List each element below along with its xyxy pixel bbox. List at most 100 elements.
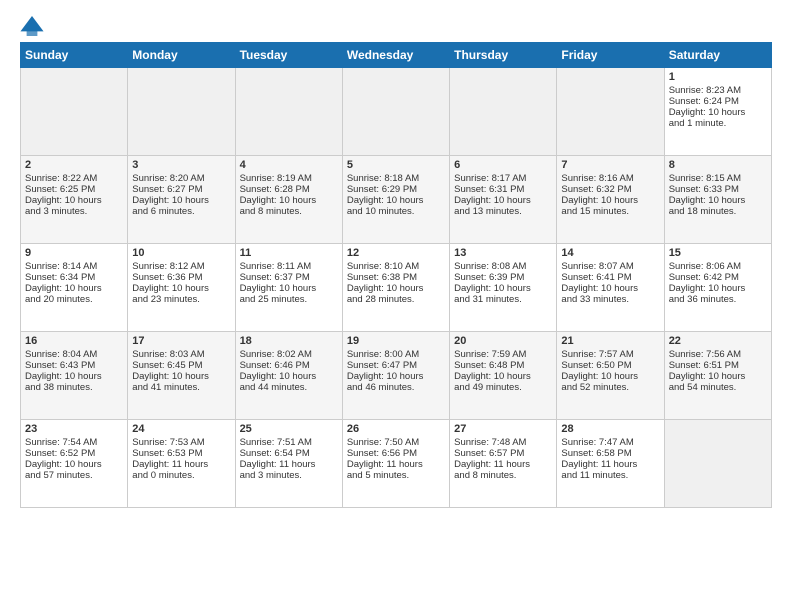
day-number: 28 <box>561 423 659 435</box>
day-number: 11 <box>240 247 338 259</box>
day-info: Daylight: 11 hours <box>454 459 552 470</box>
day-cell: 7Sunrise: 8:16 AMSunset: 6:32 PMDaylight… <box>557 156 664 244</box>
day-info: Daylight: 10 hours <box>347 195 445 206</box>
day-info: Sunrise: 8:20 AM <box>132 173 230 184</box>
day-info: Sunset: 6:53 PM <box>132 448 230 459</box>
day-number: 15 <box>669 247 767 259</box>
day-info: and 8 minutes. <box>454 470 552 481</box>
day-info: and 11 minutes. <box>561 470 659 481</box>
day-info: Sunrise: 8:04 AM <box>25 349 123 360</box>
day-cell: 14Sunrise: 8:07 AMSunset: 6:41 PMDayligh… <box>557 244 664 332</box>
week-row-5: 23Sunrise: 7:54 AMSunset: 6:52 PMDayligh… <box>21 420 772 508</box>
day-info: Sunrise: 7:48 AM <box>454 437 552 448</box>
day-cell: 23Sunrise: 7:54 AMSunset: 6:52 PMDayligh… <box>21 420 128 508</box>
day-info: and 10 minutes. <box>347 206 445 217</box>
day-cell <box>450 68 557 156</box>
logo <box>20 16 48 36</box>
day-number: 14 <box>561 247 659 259</box>
day-cell <box>557 68 664 156</box>
day-cell <box>342 68 449 156</box>
day-info: Daylight: 10 hours <box>25 195 123 206</box>
day-info: Sunset: 6:27 PM <box>132 184 230 195</box>
day-info: Sunrise: 7:50 AM <box>347 437 445 448</box>
day-info: Sunrise: 7:53 AM <box>132 437 230 448</box>
col-header-sunday: Sunday <box>21 43 128 68</box>
day-info: Daylight: 10 hours <box>454 195 552 206</box>
col-header-thursday: Thursday <box>450 43 557 68</box>
day-cell: 18Sunrise: 8:02 AMSunset: 6:46 PMDayligh… <box>235 332 342 420</box>
day-info: Sunset: 6:45 PM <box>132 360 230 371</box>
day-info: and 52 minutes. <box>561 382 659 393</box>
day-info: Sunset: 6:56 PM <box>347 448 445 459</box>
day-info: and 33 minutes. <box>561 294 659 305</box>
day-info: Sunrise: 8:16 AM <box>561 173 659 184</box>
day-info: Sunrise: 8:10 AM <box>347 261 445 272</box>
day-info: Sunrise: 8:02 AM <box>240 349 338 360</box>
day-number: 6 <box>454 159 552 171</box>
day-info: and 3 minutes. <box>240 470 338 481</box>
day-number: 2 <box>25 159 123 171</box>
day-info: Daylight: 10 hours <box>25 459 123 470</box>
day-cell: 22 Sunrise: 7:56 AMSunset: 6:51 PMDayligh… <box>664 332 771 420</box>
day-info: Daylight: 10 hours <box>25 283 123 294</box>
day-info: Sunrise: 8:18 AM <box>347 173 445 184</box>
day-info: Sunset: 6:37 PM <box>240 272 338 283</box>
day-info: Daylight: 11 hours <box>240 459 338 470</box>
day-number: 13 <box>454 247 552 259</box>
day-info: Sunrise: 7:59 AM <box>454 349 552 360</box>
col-header-tuesday: Tuesday <box>235 43 342 68</box>
day-info: and 5 minutes. <box>347 470 445 481</box>
day-info: and 8 minutes. <box>240 206 338 217</box>
day-info: and 41 minutes. <box>132 382 230 393</box>
day-number: 5 <box>347 159 445 171</box>
day-cell: 16Sunrise: 8:04 AMSunset: 6:43 PMDayligh… <box>21 332 128 420</box>
day-number: 18 <box>240 335 338 347</box>
day-number: 26 <box>347 423 445 435</box>
day-info: Sunrise: 7:57 AM <box>561 349 659 360</box>
day-number: 22 <box>669 335 767 347</box>
day-info: Sunrise: 8:15 AM <box>669 173 767 184</box>
day-info: and 49 minutes. <box>454 382 552 393</box>
day-info: Daylight: 10 hours <box>669 371 767 382</box>
day-info: and 0 minutes. <box>132 470 230 481</box>
header <box>20 16 772 36</box>
day-info: Sunrise: 8:17 AM <box>454 173 552 184</box>
day-cell: 3Sunrise: 8:20 AMSunset: 6:27 PMDaylight… <box>128 156 235 244</box>
day-info: Daylight: 10 hours <box>561 371 659 382</box>
day-info: Sunset: 6:58 PM <box>561 448 659 459</box>
day-number: 24 <box>132 423 230 435</box>
day-info: Sunrise: 7:56 AM <box>669 349 767 360</box>
day-info: Daylight: 10 hours <box>25 371 123 382</box>
day-info: Sunset: 6:29 PM <box>347 184 445 195</box>
day-info: Sunset: 6:43 PM <box>25 360 123 371</box>
day-info: Sunrise: 8:12 AM <box>132 261 230 272</box>
day-info: Sunrise: 7:54 AM <box>25 437 123 448</box>
day-info: Daylight: 10 hours <box>669 107 767 118</box>
day-number: 7 <box>561 159 659 171</box>
day-cell: 6Sunrise: 8:17 AMSunset: 6:31 PMDaylight… <box>450 156 557 244</box>
day-cell: 1Sunrise: 8:23 AMSunset: 6:24 PMDaylight… <box>664 68 771 156</box>
day-info: Daylight: 10 hours <box>669 283 767 294</box>
day-info: Daylight: 10 hours <box>240 283 338 294</box>
day-info: and 18 minutes. <box>669 206 767 217</box>
day-info: and 38 minutes. <box>25 382 123 393</box>
day-info: Daylight: 10 hours <box>347 371 445 382</box>
day-info: Sunrise: 8:23 AM <box>669 85 767 96</box>
day-info: Daylight: 10 hours <box>132 195 230 206</box>
day-info: Sunrise: 8:03 AM <box>132 349 230 360</box>
day-cell: 24Sunrise: 7:53 AMSunset: 6:53 PMDayligh… <box>128 420 235 508</box>
day-info: Sunset: 6:48 PM <box>454 360 552 371</box>
day-info: and 31 minutes. <box>454 294 552 305</box>
day-info: Daylight: 11 hours <box>347 459 445 470</box>
day-info: Sunset: 6:25 PM <box>25 184 123 195</box>
day-info: Sunrise: 8:14 AM <box>25 261 123 272</box>
day-info: Sunset: 6:51 PM <box>669 360 767 371</box>
page-container: SundayMondayTuesdayWednesdayThursdayFrid… <box>0 0 792 518</box>
week-row-1: 1Sunrise: 8:23 AMSunset: 6:24 PMDaylight… <box>21 68 772 156</box>
day-info: and 23 minutes. <box>132 294 230 305</box>
day-info: Sunset: 6:47 PM <box>347 360 445 371</box>
day-cell: 25Sunrise: 7:51 AMSunset: 6:54 PMDayligh… <box>235 420 342 508</box>
day-cell: 13Sunrise: 8:08 AMSunset: 6:39 PMDayligh… <box>450 244 557 332</box>
day-info: Daylight: 10 hours <box>240 371 338 382</box>
day-cell: 4Sunrise: 8:19 AMSunset: 6:28 PMDaylight… <box>235 156 342 244</box>
